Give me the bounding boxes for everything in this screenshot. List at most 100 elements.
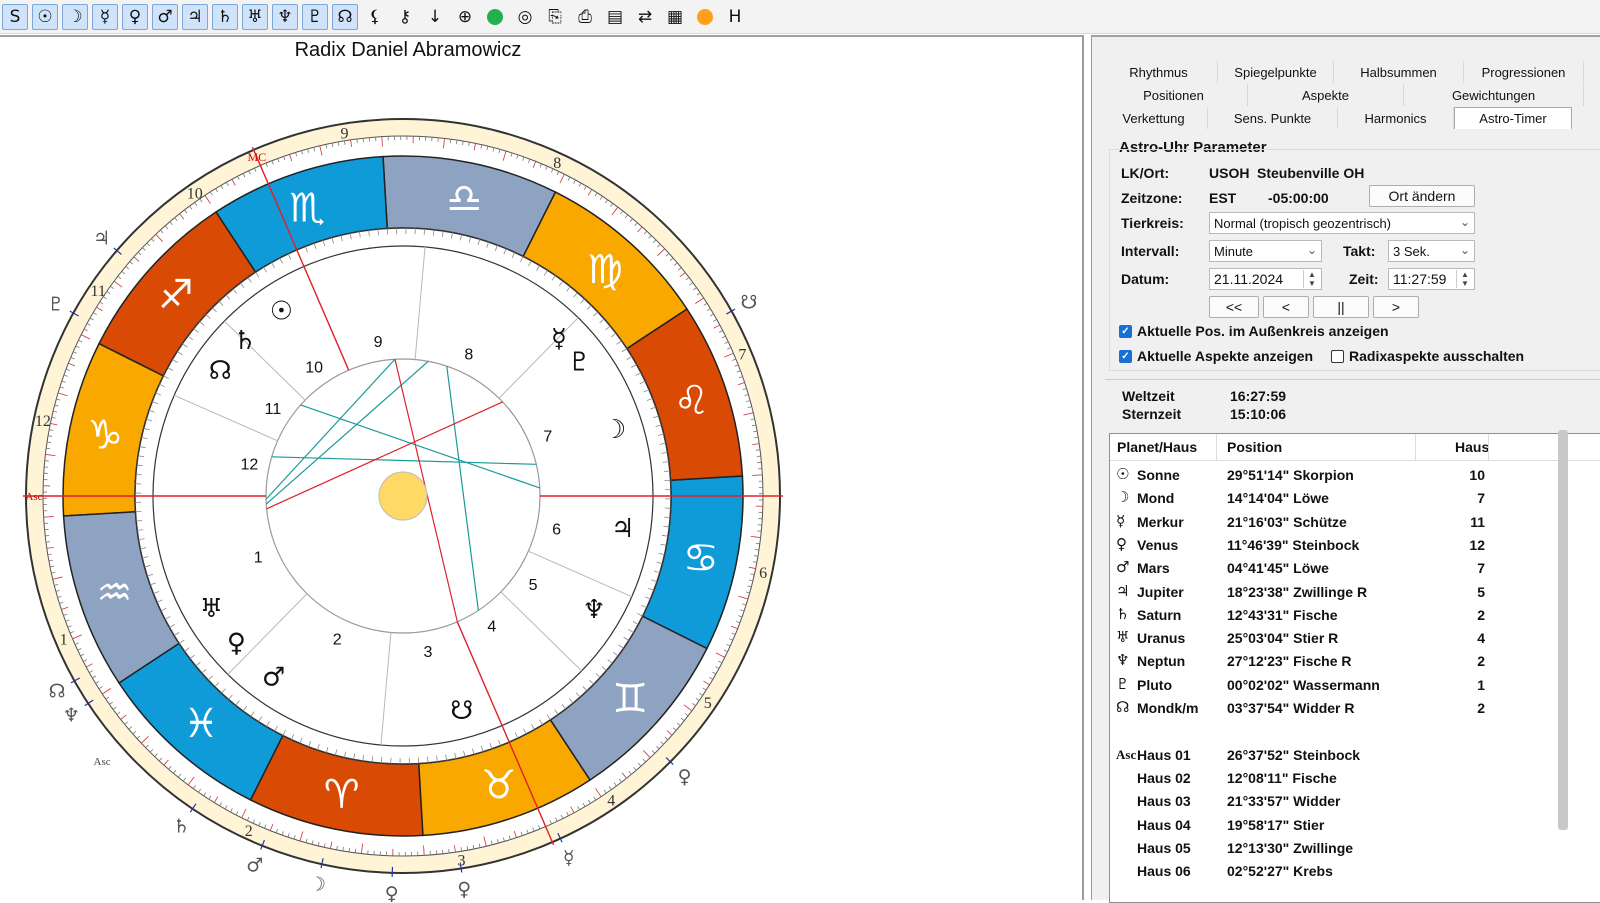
transit-planet-glyph[interactable]: ☿ xyxy=(563,847,575,869)
table-row[interactable]: ♇Pluto00°02'02" Wassermann1 xyxy=(1110,674,1600,697)
tab-progressionen[interactable]: Progressionen xyxy=(1464,61,1584,83)
row-name: Mond xyxy=(1137,490,1174,506)
transit-planet-glyph[interactable]: ♂ xyxy=(246,854,263,876)
degree-tick xyxy=(46,448,50,449)
row-name: Jupiter xyxy=(1137,584,1184,600)
pause-button[interactable]: || xyxy=(1313,296,1369,318)
transit-planet-glyph[interactable]: ♀ xyxy=(385,883,399,902)
natal-planet-glyph[interactable]: ☋ xyxy=(450,696,473,726)
table-row[interactable]: Haus 0419°58'17" Stier xyxy=(1110,814,1600,837)
tierkreis-value: Normal (tropisch geozentrisch) xyxy=(1214,216,1391,231)
tab-rhythmus[interactable]: Rhythmus xyxy=(1100,61,1218,83)
natal-planet-glyph[interactable]: ♂ xyxy=(262,662,285,692)
transit-planet-glyph[interactable]: ♀ xyxy=(457,878,471,900)
horoscope-wheel[interactable]: ♑♒♓♈♉♊♋♌♍♎♏♐1122334455667788991010111112… xyxy=(0,2,816,902)
spin-arrows-icon[interactable]: ▲▼ xyxy=(1456,270,1473,288)
natal-planet-glyph[interactable]: ♄ xyxy=(233,326,256,356)
chart-pane: Radix Daniel Abramowicz ♑♒♓♈♉♊♋♌♍♎♏♐1122… xyxy=(0,35,1084,900)
row-name: Haus 06 xyxy=(1137,863,1191,879)
tab-aspekte[interactable]: Aspekte xyxy=(1248,84,1404,106)
col-haus[interactable]: Haus xyxy=(1455,439,1489,455)
tab-positionen[interactable]: Positionen xyxy=(1100,84,1248,106)
col-position[interactable]: Position xyxy=(1227,439,1282,455)
row-position: 02°52'27" Krebs xyxy=(1227,863,1333,879)
table-row[interactable]: Haus 0321°33'57" Widder xyxy=(1110,790,1600,813)
row-position: 12°43'31" Fische xyxy=(1227,607,1338,623)
intervall-select[interactable]: Minute⌄ xyxy=(1209,240,1322,262)
transit-planet-glyph[interactable]: ♃ xyxy=(93,227,110,249)
tab-sens-punkte[interactable]: Sens. Punkte xyxy=(1208,107,1338,129)
natal-planet-glyph[interactable]: ☽ xyxy=(603,415,626,445)
row-symbol-icon: ☿ xyxy=(1116,512,1134,530)
inner-house-number: 12 xyxy=(240,457,258,474)
datum-field[interactable]: 21.11.2024▲▼ xyxy=(1209,268,1322,290)
inner-house-number: 4 xyxy=(487,618,496,635)
natal-planet-glyph[interactable]: ♃ xyxy=(611,514,634,544)
tz-label: Zeitzone: xyxy=(1121,190,1182,206)
row-symbol-icon: ♀ xyxy=(1116,535,1134,553)
table-scrollbar[interactable] xyxy=(1558,430,1568,830)
row-name: Venus xyxy=(1137,537,1178,553)
inner-tick xyxy=(378,229,379,235)
checkbox-outer-positions[interactable]: ✓Aktuelle Pos. im Außenkreis anzeigen xyxy=(1119,323,1389,339)
table-row[interactable]: ☉Sonne29°51'14" Skorpion10 xyxy=(1110,464,1600,487)
transit-planet-glyph[interactable]: ♀ xyxy=(678,766,692,788)
col-planet-haus[interactable]: Planet/Haus xyxy=(1117,439,1197,455)
zodiac-sign-glyph: ♐ xyxy=(158,272,194,318)
rewind-button[interactable]: < xyxy=(1263,296,1309,318)
tab-harmonics[interactable]: Harmonics xyxy=(1338,107,1454,129)
zeit-value: 11:27:59 xyxy=(1393,271,1446,287)
natal-planet-glyph[interactable]: ♇ xyxy=(568,347,591,377)
tierkreis-select[interactable]: Normal (tropisch geozentrisch)⌄ xyxy=(1209,212,1475,234)
transit-planet-glyph[interactable]: ♇ xyxy=(47,293,64,315)
table-row[interactable]: AscHaus 0126°37'52" Steinbock xyxy=(1110,744,1600,767)
natal-planet-glyph[interactable]: ♅ xyxy=(200,594,223,624)
tab-halbsummen[interactable]: Halbsummen xyxy=(1334,61,1464,83)
tab-gewichtungen[interactable]: Gewichtungen xyxy=(1404,84,1584,106)
row-symbol-icon: ♅ xyxy=(1116,628,1134,646)
table-row[interactable]: ☊Mondk/m03°37'54" Widder R2 xyxy=(1110,697,1600,720)
spin-arrows-icon[interactable]: ▲▼ xyxy=(1303,270,1320,288)
forward-button[interactable]: > xyxy=(1373,296,1419,318)
table-row-spacer xyxy=(1110,720,1600,743)
natal-planet-glyph[interactable]: ☊ xyxy=(209,356,232,386)
row-name: Pluto xyxy=(1137,677,1172,693)
natal-planet-glyph[interactable]: ☿ xyxy=(551,324,567,354)
row-position: 12°08'11" Fische xyxy=(1227,770,1337,786)
inner-house-number: 5 xyxy=(529,577,538,594)
table-row[interactable]: Haus 0512°13'30" Zwillinge xyxy=(1110,837,1600,860)
inner-tick xyxy=(664,471,670,472)
checkbox-radix-aspects-off[interactable]: Radixaspekte ausschalten xyxy=(1331,348,1524,364)
transit-planet-glyph[interactable]: ♄ xyxy=(173,815,190,837)
table-row[interactable]: ♂Mars04°41'45" Löwe7 xyxy=(1110,557,1600,580)
table-row[interactable]: ♅Uranus25°03'04" Stier R4 xyxy=(1110,627,1600,650)
table-row[interactable]: ♄Saturn12°43'31" Fische2 xyxy=(1110,604,1600,627)
table-row[interactable]: Haus 0212°08'11" Fische xyxy=(1110,767,1600,790)
chevron-down-icon: ⌄ xyxy=(1460,243,1470,257)
rewind-fast-button[interactable]: << xyxy=(1209,296,1259,318)
transit-planet-glyph[interactable]: ☊ xyxy=(49,681,66,703)
transit-planet-glyph[interactable]: ☽ xyxy=(309,874,326,896)
table-row[interactable]: ☽Mond14°14'04" Löwe7 xyxy=(1110,487,1600,510)
row-name: Merkur xyxy=(1137,514,1184,530)
tab-astro-timer[interactable]: Astro-Timer xyxy=(1454,107,1572,129)
checkbox-current-aspects[interactable]: ✓Aktuelle Aspekte anzeigen xyxy=(1119,348,1313,364)
outer-house-number: 5 xyxy=(704,695,712,712)
takt-select[interactable]: 3 Sek.⌄ xyxy=(1388,240,1475,262)
natal-planet-glyph[interactable]: ♆ xyxy=(582,595,605,625)
table-row[interactable]: ☿Merkur21°16'03" Schütze11 xyxy=(1110,511,1600,534)
zeit-field[interactable]: 11:27:59 ▲▼ xyxy=(1388,268,1475,290)
table-row[interactable]: ♀Venus11°46'39" Steinbock12 xyxy=(1110,534,1600,557)
inner-house-number: 7 xyxy=(543,428,552,445)
transit-planet-glyph[interactable]: ☋ xyxy=(741,291,758,313)
tab-verkettung[interactable]: Verkettung xyxy=(1100,107,1208,129)
right-pane: RhythmusSpiegelpunkteHalbsummenProgressi… xyxy=(1091,35,1600,900)
tab-spiegelpunkte[interactable]: Spiegelpunkte xyxy=(1218,61,1334,83)
table-row[interactable]: Haus 06 02°52'27" Krebs xyxy=(1110,860,1600,883)
ort-aendern-button[interactable]: Ort ändern xyxy=(1369,185,1475,207)
transit-planet-glyph[interactable]: ♆ xyxy=(63,704,80,726)
table-row[interactable]: ♃Jupiter18°23'38" Zwillinge R5 xyxy=(1110,581,1600,604)
natal-planet-glyph[interactable]: ♀ xyxy=(227,629,246,659)
natal-planet-glyph[interactable]: ☉ xyxy=(270,296,293,326)
table-row[interactable]: ♆Neptun27°12'23" Fische R2 xyxy=(1110,650,1600,673)
